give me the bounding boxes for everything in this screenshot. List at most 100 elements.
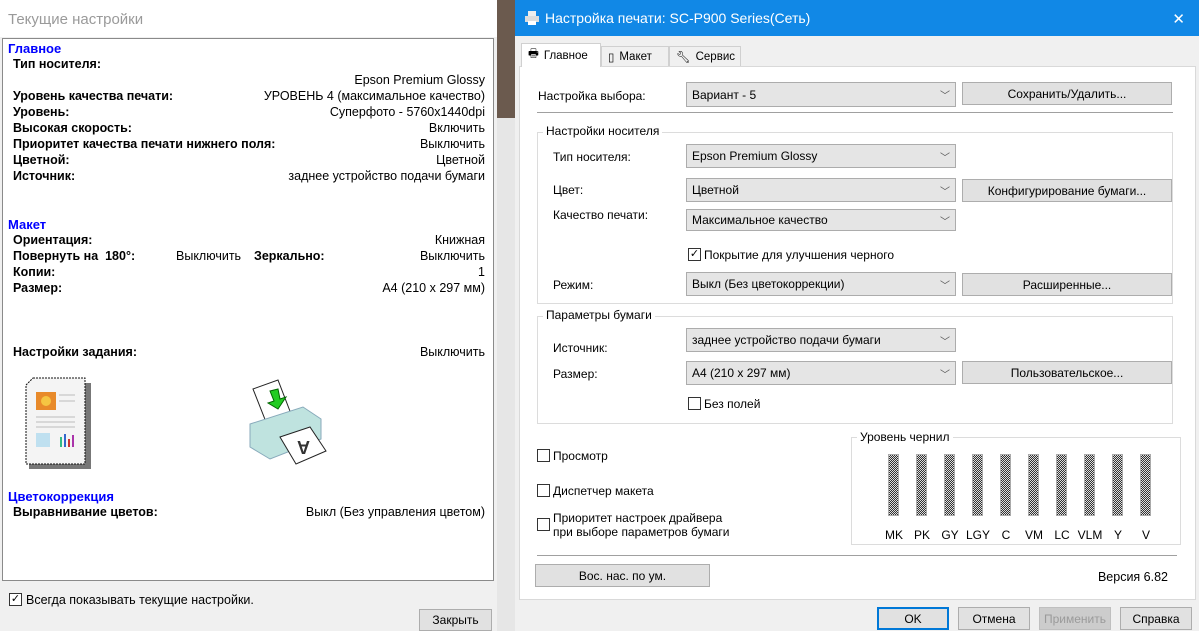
ink-bar-lgy — [972, 454, 983, 516]
media-type-value: Epson Premium Glossy — [354, 73, 485, 87]
tab-label: Макет — [619, 51, 652, 63]
save-delete-button[interactable]: Сохранить/Удалить... — [962, 82, 1172, 105]
preset-label: Настройка выбора: — [538, 89, 646, 103]
quality-select[interactable]: Максимальное качество ﹀ — [686, 209, 956, 231]
custom-size-button[interactable]: Пользовательское... — [962, 361, 1172, 384]
color-label: Цвет: — [553, 183, 584, 197]
tab-label: Главное — [543, 49, 588, 62]
media-type-value: Epson Premium Glossy — [692, 149, 818, 163]
driver-priority-line1: Приоритет настроек драйвера — [553, 511, 723, 525]
job-settings-value: Выключить — [419, 345, 485, 359]
chevron-down-icon: ﹀ — [940, 186, 950, 198]
source-select[interactable]: заднее устройство подачи бумаги ﹀ — [686, 328, 956, 352]
driver-priority-line2: при выборе параметров бумаги — [553, 525, 730, 539]
tab-service[interactable]: 🔧︎ Сервис — [669, 46, 741, 67]
borderless-label: Без полей — [704, 397, 761, 411]
version-text: Версия 6.82 — [1097, 570, 1168, 584]
always-show-label: Всегда показывать текущие настройки. — [26, 593, 254, 607]
ink-bar-gy — [944, 454, 955, 516]
mirror-label: Зеркально: — [254, 249, 325, 263]
driver-priority-checkbox[interactable] — [537, 518, 550, 531]
source-label: Источник: — [553, 341, 608, 355]
settings-summary-panel: Главное Тип носителя: Epson Premium Glos… — [2, 38, 494, 581]
layout-tab-icon: ▯ — [608, 52, 615, 64]
orientation-label: Ориентация: — [13, 233, 93, 247]
ink-label: PK — [913, 528, 930, 542]
printer-icon: A — [249, 379, 327, 465]
paper-config-button[interactable]: Конфигурирование бумаги... — [962, 179, 1172, 202]
ink-bar-y — [1112, 454, 1123, 516]
color-select[interactable]: Цветной ﹀ — [686, 178, 956, 202]
preset-select[interactable]: Вариант - 5 ﹀ — [686, 82, 956, 107]
always-show-checkbox[interactable]: ✓ — [9, 593, 22, 606]
size-label: Размер: — [553, 367, 598, 381]
ink-label: MK — [885, 528, 903, 542]
tab-layout[interactable]: ▯ Макет — [601, 46, 669, 67]
restore-defaults-button[interactable]: Вос. нас. по ум. — [535, 564, 710, 587]
cancel-button[interactable]: Отмена — [958, 607, 1030, 630]
ink-bar-c — [1000, 454, 1011, 516]
preview-label: Просмотр — [553, 449, 608, 463]
ink-bar-vm — [1028, 454, 1039, 516]
color-value: Цветной — [692, 183, 739, 197]
separator — [537, 555, 1177, 556]
size-select[interactable]: A4 (210 x 297 мм) ﹀ — [686, 361, 956, 385]
tab-main[interactable]: 🖶 Главное — [521, 43, 601, 67]
level-label: Уровень: — [13, 105, 70, 119]
layout-manager-label: Диспетчер макета — [553, 484, 654, 498]
job-settings-label: Настройки задания: — [13, 345, 137, 359]
color-align-value: Выкл (Без управления цветом) — [305, 505, 485, 519]
close-button[interactable]: Закрыть — [419, 609, 492, 631]
page-preview-icon — [25, 377, 91, 469]
ink-label: LC — [1054, 528, 1070, 542]
help-button[interactable]: Справка — [1120, 607, 1192, 630]
chevron-down-icon: ﹀ — [940, 152, 950, 164]
section-layout-title: Макет — [8, 217, 47, 232]
source-value: заднее устройство подачи бумаги — [692, 333, 881, 347]
print-settings-window: Настройка печати: SC-P900 Series(Сеть) ✕… — [515, 0, 1199, 631]
copies-value: 1 — [478, 265, 485, 279]
chevron-down-icon: ﹀ — [940, 91, 950, 102]
rotate-value: Выключить — [176, 249, 242, 263]
ink-label: LGY — [965, 528, 990, 542]
chevron-down-icon: ﹀ — [940, 280, 950, 292]
ink-bar-v — [1140, 454, 1151, 516]
wrench-icon: 🔧︎ — [676, 52, 691, 64]
quality-value: Максимальное качество — [692, 213, 828, 227]
media-type-select[interactable]: Epson Premium Glossy ﹀ — [686, 144, 956, 168]
layout-manager-checkbox[interactable] — [537, 484, 550, 497]
borderless-checkbox[interactable] — [688, 397, 701, 410]
close-window-icon[interactable]: ✕ — [1172, 10, 1185, 28]
source-label: Источник: — [13, 169, 76, 183]
high-speed-value: Включить — [428, 121, 485, 135]
black-enhance-label: Покрытие для улучшения черного — [704, 248, 895, 262]
color-align-label: Выравнивание цветов: — [13, 505, 158, 519]
chevron-down-icon: ﹀ — [940, 336, 950, 348]
orientation-value: Книжная — [434, 233, 485, 247]
apply-button[interactable]: Применить — [1039, 607, 1111, 630]
quality-label: Качество печати: — [553, 208, 649, 222]
ok-button[interactable]: OK — [877, 607, 949, 630]
mode-select[interactable]: Выкл (Без цветокоррекции) ﹀ — [686, 272, 956, 296]
main-tab-panel: Настройка выбора: Вариант - 5 ﹀ Сохранить… — [519, 66, 1196, 600]
ink-label: VM — [1025, 528, 1043, 542]
color-value: Цветной — [436, 153, 485, 167]
ink-label: V — [1141, 528, 1150, 542]
ink-label: Y — [1113, 528, 1122, 542]
current-settings-window: Текущие настройки Главное Тип носителя: … — [0, 0, 497, 631]
svg-text:A: A — [297, 437, 310, 457]
section-main-title: Главное — [8, 41, 62, 56]
size-value: A4 (210 x 297 мм) — [692, 366, 791, 380]
black-enhance-checkbox[interactable]: ✓ — [688, 248, 701, 261]
preview-checkbox[interactable] — [537, 449, 550, 462]
preset-value: Вариант - 5 — [692, 87, 757, 102]
advanced-button[interactable]: Расширенные... — [962, 273, 1172, 296]
color-label: Цветной: — [13, 153, 70, 167]
printer-title-icon — [525, 11, 539, 25]
media-group-title: Настройки носителя — [543, 124, 663, 138]
ink-label: C — [1001, 528, 1011, 542]
section-color-title: Цветокоррекция — [8, 489, 114, 504]
ink-label: GY — [941, 528, 959, 542]
copies-label: Копии: — [13, 265, 56, 279]
bottom-priority-label: Приоритет качества печати нижнего поля: — [13, 137, 276, 151]
